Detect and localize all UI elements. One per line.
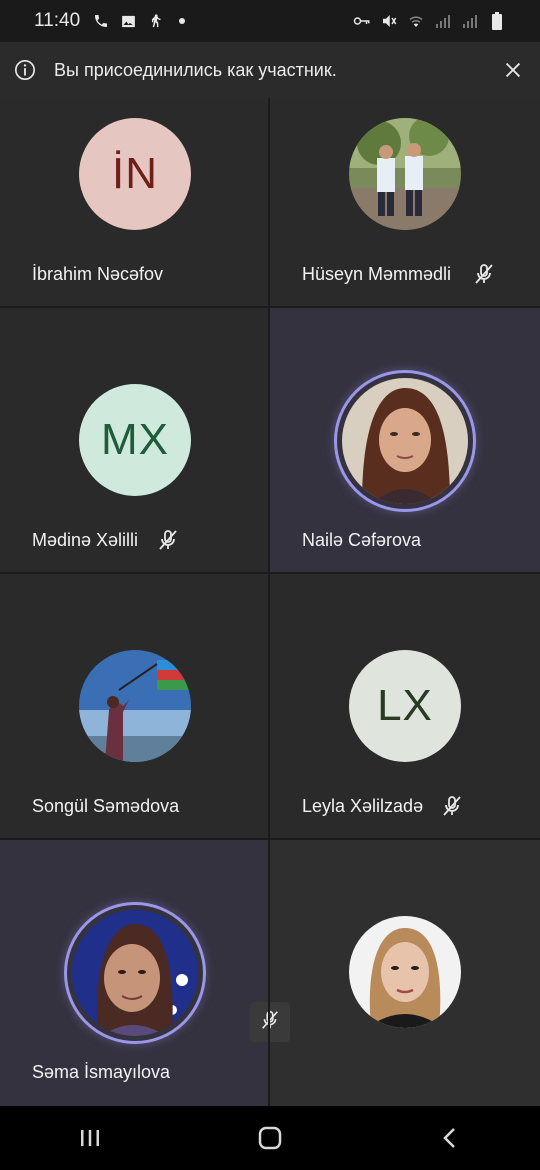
grid-divider xyxy=(0,306,540,308)
participant-tile[interactable] xyxy=(270,840,540,1106)
participant-name: Səma İsmayılova xyxy=(32,1062,171,1082)
image-icon xyxy=(119,12,137,30)
phone-icon xyxy=(92,12,110,30)
grid-divider xyxy=(0,838,540,840)
participant-tile[interactable]: MX Mədinə Xəlilli xyxy=(0,308,270,575)
participant-grid: İN İbrahim Nəcəfov Hüseyn Məmmədli MX Mə… xyxy=(0,98,540,1106)
home-icon[interactable] xyxy=(240,1118,300,1158)
android-nav-bar xyxy=(0,1106,540,1170)
status-time: 11:40 xyxy=(34,10,81,31)
mic-off-icon xyxy=(156,528,180,552)
mic-off-icon xyxy=(259,1009,281,1036)
participant-name: Mədinə Xəlilli xyxy=(32,530,139,550)
close-icon[interactable] xyxy=(502,59,524,81)
avatar-initials: LX xyxy=(377,681,433,730)
avatar-photo xyxy=(349,118,461,230)
mute-toggle-button[interactable] xyxy=(250,1002,290,1042)
recent-apps-icon[interactable] xyxy=(60,1118,120,1158)
mute-icon xyxy=(380,12,398,30)
walking-icon xyxy=(146,12,164,30)
avatar-initials: İN xyxy=(112,149,158,198)
avatar: LX xyxy=(349,650,461,762)
avatar-photo xyxy=(72,910,198,1036)
grid-divider xyxy=(0,572,540,574)
participant-tile-speaking[interactable]: Nailə Cəfərova xyxy=(270,308,540,575)
participant-name: Songül Səmədova xyxy=(32,796,180,816)
banner-message: Вы присоединились как участник. xyxy=(54,59,337,80)
back-icon[interactable] xyxy=(420,1118,480,1158)
wifi-icon xyxy=(407,12,425,30)
avatar-photo xyxy=(342,378,468,504)
participant-name: Nailə Cəfərova xyxy=(302,530,422,550)
avatar-initials: MX xyxy=(101,415,169,464)
participant-name: Leyla Xəlilzadə xyxy=(302,796,424,816)
grid-divider xyxy=(268,98,270,1106)
participant-name: Hüseyn Məmmədli xyxy=(302,264,452,284)
participant-tile[interactable]: Songül Səmədova xyxy=(0,574,270,841)
participant-tile-speaking[interactable]: Səma İsmayılova xyxy=(0,840,270,1106)
mic-off-icon xyxy=(440,794,464,818)
status-bar: 11:40 xyxy=(0,0,540,42)
avatar-photo xyxy=(349,916,461,1028)
signal-icon xyxy=(434,12,452,30)
key-icon xyxy=(353,12,371,30)
participant-tile[interactable]: LX Leyla Xəlilzadə xyxy=(270,574,540,841)
dot-icon xyxy=(173,12,191,30)
battery-icon xyxy=(488,12,506,30)
notification-banner: Вы присоединились как участник. xyxy=(0,42,540,98)
signal-icon xyxy=(461,12,479,30)
mic-off-icon xyxy=(472,262,496,286)
info-icon xyxy=(14,59,36,81)
avatar-photo xyxy=(79,650,191,762)
participant-name: İbrahim Nəcəfov xyxy=(32,264,164,284)
avatar: İN xyxy=(79,118,191,230)
avatar: MX xyxy=(79,384,191,496)
